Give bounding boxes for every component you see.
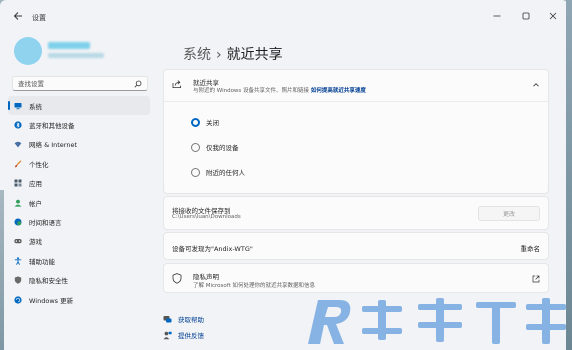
close-button[interactable] bbox=[546, 9, 560, 23]
help-icon bbox=[163, 315, 172, 324]
chevron-up-icon[interactable] bbox=[532, 81, 540, 89]
sidebar-item-bluetooth[interactable]: 蓝牙和其他设备 bbox=[8, 115, 150, 134]
radio-button[interactable] bbox=[191, 167, 200, 177]
update-icon bbox=[14, 295, 22, 304]
sidebar-item-label: Windows 更新 bbox=[29, 296, 74, 305]
radio-off[interactable]: 关闭 bbox=[191, 116, 219, 128]
sidebar-item-label: 应用 bbox=[29, 180, 42, 189]
sidebar-item-system[interactable]: 系统 bbox=[8, 96, 150, 116]
radio-button[interactable] bbox=[191, 142, 200, 152]
sidebar-item-label: 游戏 bbox=[29, 238, 42, 247]
search-icon[interactable] bbox=[134, 80, 142, 88]
sidebar-item-personalization[interactable]: 个性化 bbox=[8, 154, 150, 173]
privacy-statement-title: 隐私声明 bbox=[193, 273, 219, 281]
share-icon bbox=[172, 79, 182, 89]
search-input[interactable] bbox=[18, 79, 128, 89]
bluetooth-icon bbox=[14, 121, 22, 129]
gamepad-icon bbox=[14, 237, 22, 245]
monitor-icon bbox=[14, 102, 22, 110]
sidebar-item-label: 辅助功能 bbox=[29, 257, 55, 266]
external-link-icon[interactable] bbox=[532, 275, 540, 283]
nearby-sharing-desc-text: 与附近的 Windows 设备共享文件、照片和链接 bbox=[193, 88, 310, 94]
sidebar-item-label: 蓝牙和其他设备 bbox=[29, 122, 75, 131]
save-location-card: 将接收的文件保存到 C:\Users\luan\Downloads 更改 bbox=[163, 196, 549, 230]
discoverable-name-card: 设备可发现为"Andix-WTG" 重命名 bbox=[163, 232, 549, 260]
sidebar-item-label: 系统 bbox=[29, 102, 42, 111]
sidebar-item-privacy-security[interactable]: 隐私和安全性 bbox=[8, 271, 150, 290]
sidebar-item-label: 网络 & Internet bbox=[29, 141, 78, 150]
avatar[interactable] bbox=[14, 37, 42, 65]
watermark-logo bbox=[308, 298, 566, 344]
give-feedback-label: 提供反馈 bbox=[178, 332, 204, 340]
give-feedback-link[interactable]: 提供反馈 bbox=[163, 329, 204, 341]
radio-label: 仅我的设备 bbox=[206, 144, 239, 152]
sidebar-item-network[interactable]: 网络 & Internet bbox=[8, 135, 150, 154]
breadcrumb: 系统 › 就近共享 bbox=[183, 44, 283, 64]
profile-email-blurred bbox=[48, 53, 104, 58]
sidebar-item-accessibility[interactable]: 辅助功能 bbox=[8, 251, 150, 270]
apps-icon bbox=[14, 179, 22, 187]
breadcrumb-separator: › bbox=[216, 47, 222, 63]
sidebar-item-accounts[interactable]: 帐户 bbox=[8, 193, 150, 212]
network-icon bbox=[14, 140, 22, 148]
shield-icon bbox=[14, 276, 22, 284]
search-box[interactable] bbox=[12, 76, 148, 91]
sidebar-item-time-language[interactable]: 时间和语言 bbox=[8, 212, 150, 231]
sidebar-item-apps[interactable]: 应用 bbox=[8, 174, 150, 193]
change-folder-button[interactable]: 更改 bbox=[478, 206, 540, 221]
radio-my-devices[interactable]: 仅我的设备 bbox=[191, 141, 239, 153]
minimize-button[interactable] bbox=[490, 9, 504, 23]
nearby-speed-link[interactable]: 如何提高就近共享速度 bbox=[311, 88, 366, 94]
discoverable-name-label: 设备可发现为"Andix-WTG" bbox=[172, 245, 253, 253]
privacy-statement-card[interactable]: 隐私声明 了解 Microsoft 如何处理你的就近共享数据和信息 bbox=[163, 263, 549, 293]
title-bar: 设置 bbox=[0, 0, 568, 32]
desktop-wallpaper-edge bbox=[0, 190, 4, 350]
nearby-sharing-header[interactable]: 就近共享 与附近的 Windows 设备共享文件、照片和链接 如何提高就近共享速… bbox=[164, 70, 548, 102]
profile-name-blurred bbox=[48, 42, 90, 49]
page-title: 就近共享 bbox=[226, 47, 283, 63]
accessibility-icon bbox=[14, 257, 22, 265]
get-help-link[interactable]: 获取帮助 bbox=[163, 313, 204, 325]
back-arrow-icon[interactable] bbox=[13, 11, 23, 21]
sidebar-item-windows-update[interactable]: Windows 更新 bbox=[8, 290, 150, 309]
radio-label: 附近的任何人 bbox=[206, 169, 245, 177]
sidebar-item-label: 帐户 bbox=[29, 199, 42, 208]
rename-button[interactable]: 重命名 bbox=[521, 243, 541, 253]
save-location-path: C:\Users\luan\Downloads bbox=[172, 214, 241, 220]
account-icon bbox=[14, 199, 22, 207]
sidebar-item-label: 时间和语言 bbox=[29, 219, 62, 228]
privacy-statement-desc: 了解 Microsoft 如何处理你的就近共享数据和信息 bbox=[193, 283, 316, 289]
sidebar-item-gaming[interactable]: 游戏 bbox=[8, 232, 150, 251]
nearby-sharing-card: 就近共享 与附近的 Windows 设备共享文件、照片和链接 如何提高就近共享速… bbox=[163, 69, 549, 194]
nearby-sharing-desc: 与附近的 Windows 设备共享文件、照片和链接 如何提高就近共享速度 bbox=[193, 86, 366, 94]
feedback-icon bbox=[163, 331, 172, 340]
sidebar-item-label: 个性化 bbox=[29, 160, 49, 169]
breadcrumb-parent[interactable]: 系统 bbox=[183, 47, 211, 63]
globe-clock-icon bbox=[14, 218, 22, 226]
window-title: 设置 bbox=[32, 14, 46, 22]
sidebar-item-label: 隐私和安全性 bbox=[29, 277, 68, 286]
shield-icon bbox=[172, 273, 182, 284]
maximize-button[interactable] bbox=[519, 9, 533, 23]
get-help-label: 获取帮助 bbox=[178, 316, 204, 324]
radio-everyone-nearby[interactable]: 附近的任何人 bbox=[191, 166, 245, 178]
radio-label: 关闭 bbox=[206, 119, 219, 127]
brush-icon bbox=[14, 160, 22, 168]
radio-button-checked[interactable] bbox=[191, 117, 200, 127]
sidebar-nav: 系统 蓝牙和其他设备 网络 & Internet 个性化 应用 帐户 时间和语言… bbox=[8, 96, 150, 309]
